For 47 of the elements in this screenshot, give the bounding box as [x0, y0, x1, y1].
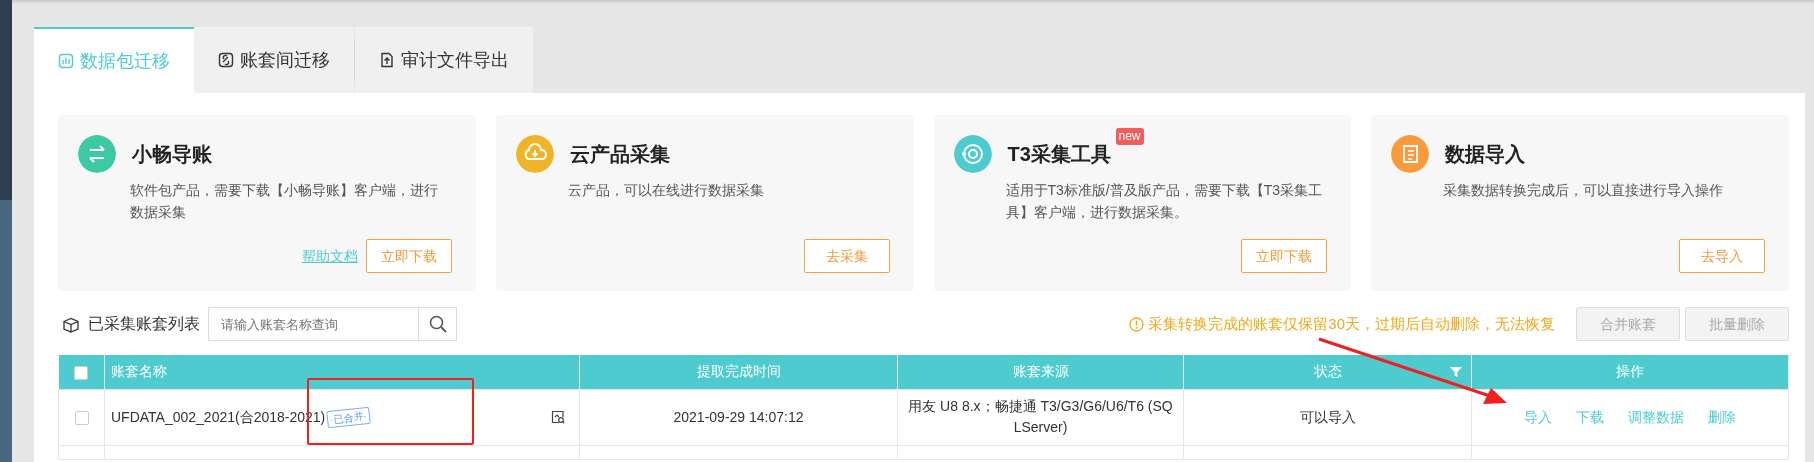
action-link[interactable]: 删除: [1708, 408, 1736, 425]
document-icon: [1391, 135, 1430, 173]
card-description: 软件包产品，需要下载【小畅导账】客户端，进行数据采集: [130, 181, 439, 222]
section-title: 已采集账套列表: [88, 314, 200, 334]
search-button[interactable]: [418, 307, 457, 341]
card-description: 适用于T3标准版/普及版产品，需要下载【T3采集工具】客户端，进行数据采集。: [1005, 181, 1324, 222]
action-button[interactable]: 立即下载: [1241, 239, 1328, 273]
column-header: 账套来源: [1012, 363, 1069, 380]
help-link[interactable]: 帮助文档: [301, 245, 358, 267]
preview-icon[interactable]: [551, 410, 565, 424]
tab[interactable]: 账套间迁移: [194, 27, 354, 93]
card-title: 小畅导账: [132, 142, 212, 167]
chart-icon: [58, 53, 74, 69]
column-header: 账套名称: [111, 363, 167, 380]
upload-icon: [379, 52, 395, 68]
search-icon: [428, 315, 447, 333]
card-description: 采集数据转换完成后，可以直接进行导入操作: [1443, 181, 1725, 200]
column-header: 状态: [1313, 363, 1342, 380]
column-header: 提取完成时间: [696, 363, 781, 380]
source-text: 用友 U8 8.x；畅捷通 T3/G3/G6/U6/T6 (SQLServer): [908, 398, 1173, 435]
status-text: 可以导入: [1299, 408, 1356, 425]
tab[interactable]: 数据包迁移: [34, 27, 194, 93]
action-button[interactable]: 去导入: [1679, 239, 1765, 273]
link-icon: [218, 52, 234, 68]
action-link[interactable]: 导入: [1524, 408, 1552, 425]
new-badge: new: [1115, 128, 1144, 145]
select-all-checkbox[interactable]: [74, 365, 89, 380]
action-button[interactable]: 立即下载: [365, 239, 452, 273]
cloud-download-icon: [515, 135, 554, 173]
search-field[interactable]: 请输入账套名称查询: [208, 307, 418, 341]
target-icon: [953, 135, 992, 173]
swap-icon: [78, 135, 116, 173]
row-checkbox[interactable]: [74, 410, 89, 425]
card-title: T3采集工具: [1007, 142, 1111, 167]
completion-time: 2021-09-29 14:07:12: [673, 408, 804, 425]
notice-text: 采集转换完成的账套仅保留30天，过期后自动删除，无法恢复: [1148, 313, 1555, 334]
action-link[interactable]: 调整数据: [1628, 408, 1684, 425]
card-description: 云产品，可以在线进行数据采集: [567, 181, 765, 200]
action-link[interactable]: 下载: [1576, 408, 1604, 425]
warning-icon: [1129, 316, 1145, 332]
action-button[interactable]: 去采集: [803, 239, 890, 273]
card-title: 数据导入: [1445, 142, 1526, 167]
tab[interactable]: 审计文件导出: [355, 27, 533, 93]
filter-icon[interactable]: [1449, 365, 1463, 379]
box-icon: [62, 315, 80, 334]
card-title: 云产品采集: [569, 142, 670, 167]
column-header: 操作: [1616, 363, 1644, 380]
